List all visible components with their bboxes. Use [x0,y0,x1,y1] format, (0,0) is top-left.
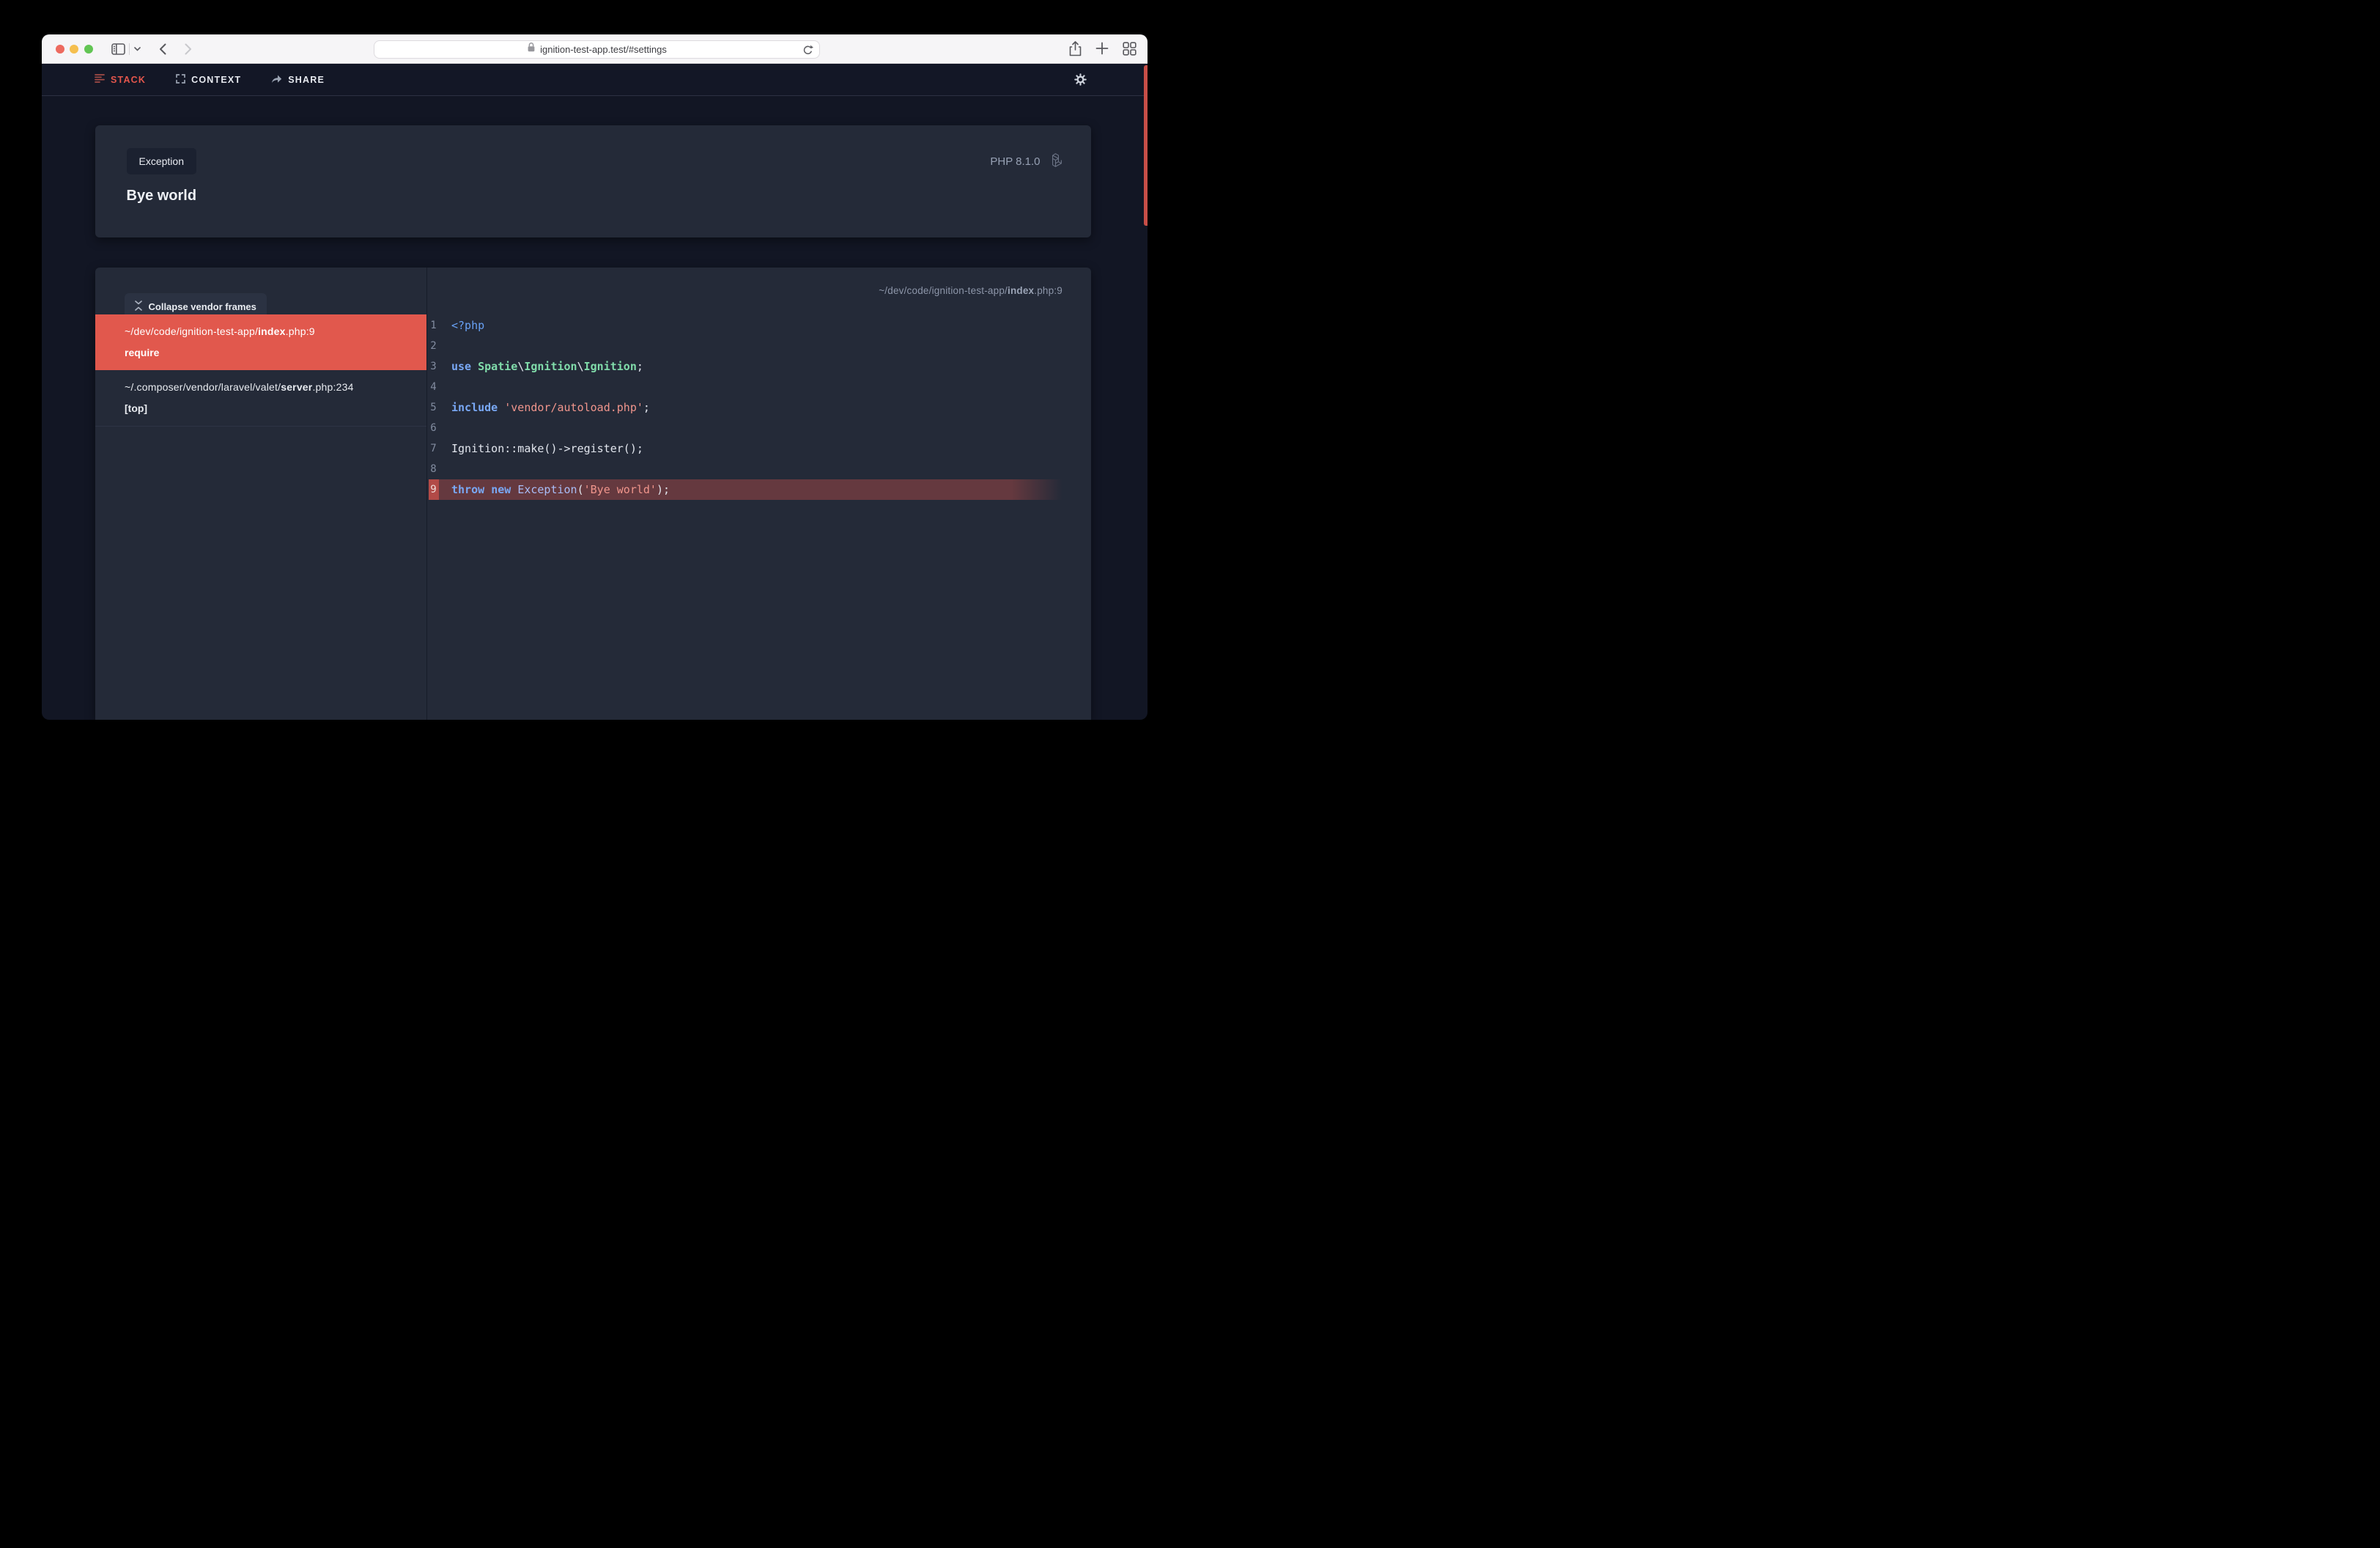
line-number: 2 [429,336,439,356]
line-number: 8 [429,459,439,479]
path-prefix: ~/dev/code/ignition-test-app/ [879,285,1008,296]
code-viewer: 1 <?php 23 use Spatie\Ignition\Ignition; 45i… [429,315,1063,500]
share-icon[interactable] [1069,41,1082,56]
tab-label: CONTEXT [191,75,241,85]
exception-message: Bye world [127,188,197,204]
gutter-spacer [439,479,452,500]
stack-frames: ~/dev/code/ignition-test-app/index.php:9… [95,314,427,427]
gutter-spacer [439,397,452,418]
toolbar-divider [129,43,130,55]
close-window-button[interactable] [56,45,64,54]
line-number: 5 [429,397,439,418]
gutter-spacer [439,418,452,438]
code-line: 2 [429,336,1063,356]
zoom-window-button[interactable] [84,45,93,54]
line-number: 7 [429,438,439,459]
lock-icon [527,42,536,56]
path-suffix: .php:9 [1034,285,1062,296]
line-number: 4 [429,377,439,397]
code-line: 5 include 'vendor/autoload.php'; [429,397,1063,418]
path-filename: index [1008,285,1034,296]
gutter-spacer [439,315,452,336]
stack-panel: Collapse vendor frames ~/dev/code/igniti… [95,268,428,720]
frame-path: ~/dev/code/ignition-test-app/index.php:9 [125,324,412,339]
code-line: 4 [429,377,1063,397]
exception-type-badge: Exception [127,148,196,174]
gutter-spacer [439,377,452,397]
share-arrow-icon [271,74,282,86]
screen: ignition-test-app.test/#settings [0,0,1190,774]
line-number: 6 [429,418,439,438]
laravel-icon [1048,152,1063,171]
code-text: use Spatie\Ignition\Ignition; [451,356,643,377]
frame-path: ~/.composer/vendor/laravel/valet/server.… [125,380,412,394]
code-line-highlighted: 9 throw new Exception('Bye world'); [429,479,1063,500]
code-text: Ignition::make()->register(); [451,438,643,459]
frame-method: [top] [125,401,412,416]
code-line: 1 <?php [429,315,1063,336]
scrollbar-thumb[interactable] [1144,65,1148,226]
collapse-label: Collapse vendor frames [149,301,256,312]
code-line: 7 Ignition::make()->register(); [429,438,1063,459]
line-number: 9 [429,479,439,500]
code-text: include 'vendor/autoload.php'; [451,397,650,418]
sidebar-icon[interactable] [111,43,125,55]
ignition-navbar: STACK CONTEXT [42,64,1148,96]
line-number: 1 [429,315,439,336]
frame-method: require [125,345,412,360]
reload-icon[interactable] [802,44,813,59]
browser-toolbar: ignition-test-app.test/#settings [42,34,1148,64]
tab-share[interactable]: SHARE [271,74,325,86]
gutter-spacer [439,356,452,377]
stack-code-card: Collapse vendor frames ~/dev/code/igniti… [95,268,1091,720]
tab-stack[interactable]: STACK [95,74,146,85]
collapse-icon [135,301,142,313]
code-text: throw new Exception('Bye world'); [451,479,670,500]
exception-meta: PHP 8.1.0 [990,152,1062,171]
code-line: 6 [429,418,1063,438]
php-version: PHP 8.1.0 [990,155,1040,168]
back-button[interactable] [159,43,166,55]
new-tab-icon[interactable] [1095,42,1109,55]
tab-overview-icon[interactable] [1123,42,1137,56]
tab-context[interactable]: CONTEXT [176,74,241,86]
exception-card: Exception Bye world PHP 8.1.0 [95,125,1091,237]
gutter-spacer [439,336,452,356]
context-brackets-icon [176,74,185,86]
gutter-spacer [439,438,452,459]
url-text: ignition-test-app.test/#settings [540,44,667,55]
code-line: 3 use Spatie\Ignition\Ignition; [429,356,1063,377]
code-text: <?php [451,315,484,336]
code-file-path: ~/dev/code/ignition-test-app/index.php:9 [879,285,1062,296]
browser-window: ignition-test-app.test/#settings [42,34,1148,720]
forward-button[interactable] [185,43,192,55]
chevron-down-icon[interactable] [134,47,141,51]
gutter-spacer [439,459,452,479]
address-bar[interactable]: ignition-test-app.test/#settings [374,40,820,59]
tab-label: STACK [111,75,146,85]
line-number: 3 [429,356,439,377]
stack-frame[interactable]: ~/dev/code/ignition-test-app/index.php:9… [95,314,427,370]
code-line: 8 [429,459,1063,479]
tab-label: SHARE [288,75,325,85]
minimize-window-button[interactable] [70,45,78,54]
stack-trace-icon [95,74,105,85]
settings-gear-icon[interactable] [1074,73,1087,89]
stack-frame[interactable]: ~/.composer/vendor/laravel/valet/server.… [95,370,427,427]
